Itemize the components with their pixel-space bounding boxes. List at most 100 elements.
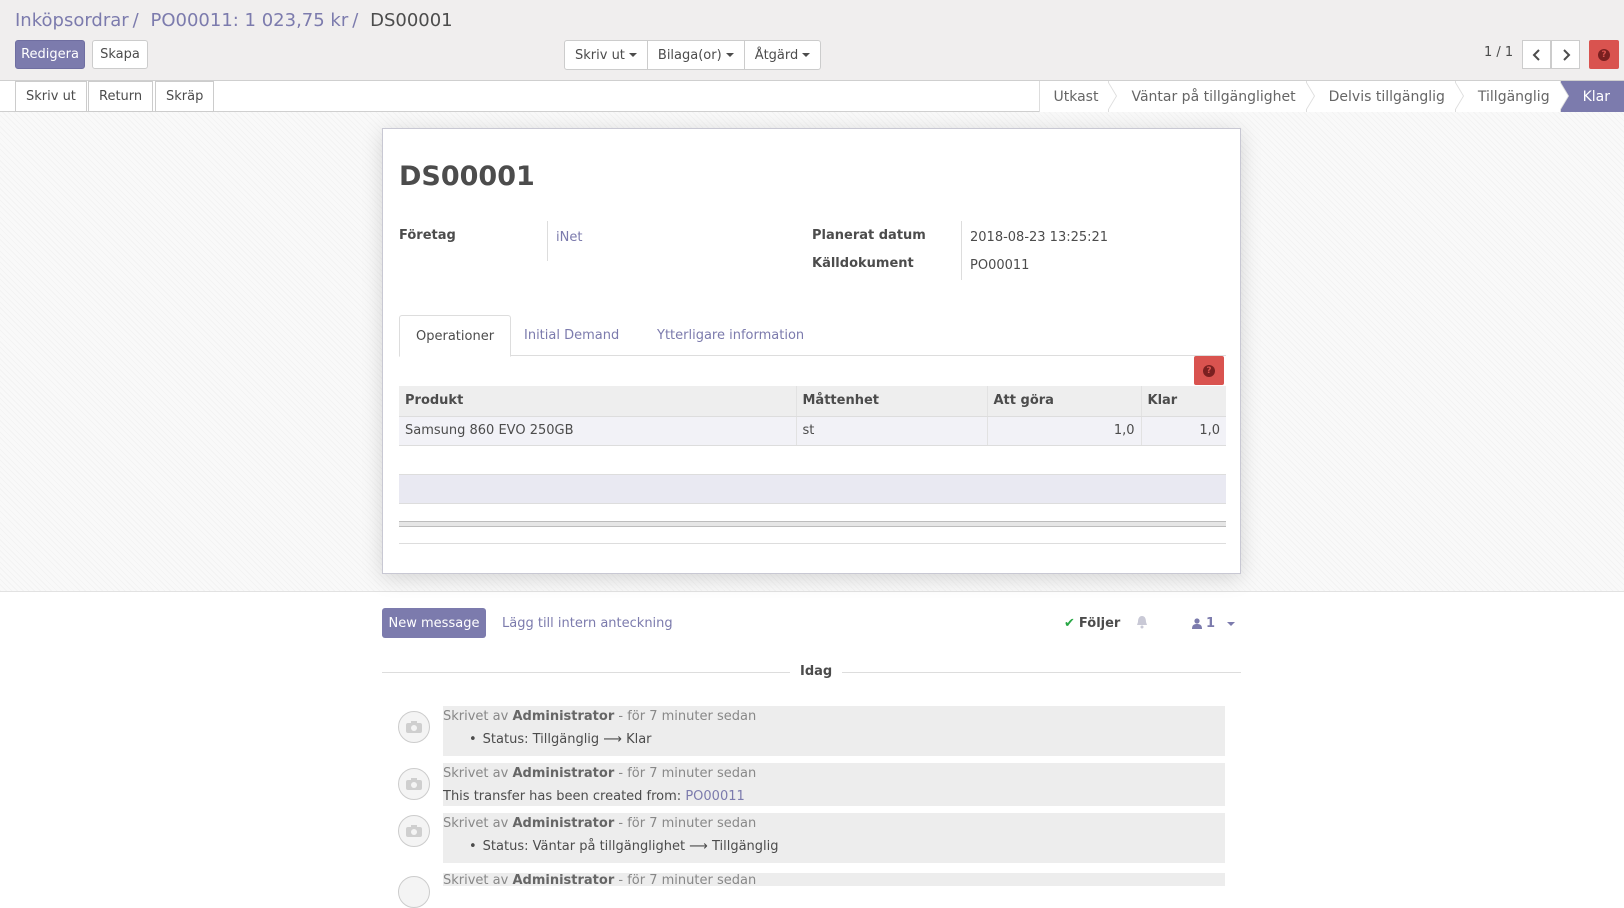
message-header: Skrivet av Administrator - för 7 minuter…: [443, 709, 756, 724]
return-button[interactable]: Return: [88, 81, 153, 112]
stage-draft: Utkast: [1039, 81, 1109, 112]
camera-icon: [405, 720, 423, 734]
message-prefix: Skrivet av: [443, 816, 508, 831]
message-author[interactable]: Administrator: [512, 816, 614, 831]
followers-dropdown[interactable]: 1: [1192, 616, 1235, 631]
tab-operations[interactable]: Operationer: [399, 315, 511, 357]
table-row[interactable]: Samsung 860 EVO 250GB st 1,0 1,0: [399, 416, 1226, 445]
question-icon: ?: [1203, 365, 1215, 377]
avatar[interactable]: [398, 768, 430, 800]
caret-down-icon: [1227, 622, 1235, 626]
pager-value[interactable]: 1 / 1: [1484, 45, 1513, 60]
stage-waiting-label: Väntar på tillgänglighet: [1131, 89, 1295, 105]
attachments-dropdown[interactable]: Bilaga(or): [648, 41, 745, 69]
chevron-right-icon: [1561, 49, 1571, 61]
help-button[interactable]: ?: [1589, 40, 1619, 69]
table-footer: [399, 521, 1226, 527]
log-note-button[interactable]: Lägg till intern anteckning: [502, 616, 673, 631]
message-author[interactable]: Administrator: [512, 766, 614, 781]
cell-product: Samsung 860 EVO 250GB: [399, 416, 796, 445]
chevron-left-icon: [1532, 49, 1542, 61]
avatar[interactable]: [398, 711, 430, 743]
pager-previous-button[interactable]: [1522, 40, 1551, 69]
stage-pipeline: Utkast Väntar på tillgänglighet Delvis t…: [1039, 81, 1624, 112]
stage-available: Tillgänglig: [1455, 81, 1560, 112]
date-label: Idag: [790, 664, 842, 679]
bullet: •: [469, 732, 477, 747]
message: Skrivet av Administrator - för 7 minuter…: [443, 813, 1225, 863]
statusbar: Skriv ut Return Skräp Utkast Väntar på t…: [0, 81, 1624, 112]
followers-count: 1: [1206, 616, 1215, 631]
message-time: - för 7 minuter sedan: [618, 766, 756, 781]
new-message-button[interactable]: New message: [382, 608, 486, 638]
message-header: Skrivet av Administrator - för 7 minuter…: [443, 766, 756, 781]
cell-uom: st: [796, 416, 987, 445]
message-text: This transfer has been created from:: [443, 789, 681, 804]
print-button[interactable]: Skriv ut: [15, 81, 87, 112]
bell-icon[interactable]: [1136, 615, 1148, 629]
stage-waiting: Väntar på tillgänglighet: [1108, 81, 1305, 112]
breadcrumb-item-purchase-order[interactable]: PO00011: 1 023,75 kr: [150, 10, 348, 31]
field-divider: [961, 221, 962, 280]
message-prefix: Skrivet av: [443, 709, 508, 724]
create-button[interactable]: Skapa: [92, 40, 148, 69]
attachments-dropdown-label: Bilaga(or): [658, 48, 722, 63]
stage-available-label: Tillgänglig: [1478, 89, 1550, 105]
column-header-todo[interactable]: Att göra: [987, 386, 1141, 416]
pager-next-button[interactable]: [1551, 40, 1580, 69]
divider: [399, 543, 1226, 544]
notebook-tabs: Operationer Initial Demand Ytterligare i…: [399, 315, 1226, 356]
message-text: Status: Tillgänglig ⟶ Klar: [483, 732, 652, 747]
column-header-uom[interactable]: Måttenhet: [796, 386, 987, 416]
breadcrumb-current: DS00001: [370, 10, 453, 31]
action-dropdown[interactable]: Åtgärd: [745, 41, 821, 69]
source-document-value: PO00011: [970, 258, 1029, 273]
user-icon: [1192, 618, 1202, 629]
print-dropdown[interactable]: Skriv ut: [565, 41, 648, 69]
check-icon: ✔: [1064, 616, 1075, 631]
edit-button[interactable]: Redigera: [15, 40, 85, 69]
form-sheet: DS00001 Företag iNet Planerat datum 2018…: [382, 128, 1241, 574]
following-label: Följer: [1079, 616, 1120, 631]
caret-down-icon: [629, 53, 637, 57]
message-body: •Status: Väntar på tillgänglighet ⟶ Till…: [443, 839, 779, 854]
message-link[interactable]: PO00011: [685, 789, 744, 804]
camera-icon: [405, 777, 423, 791]
record-title: DS00001: [399, 161, 535, 192]
caret-down-icon: [726, 53, 734, 57]
breadcrumb-separator: /: [133, 10, 139, 31]
column-header-product[interactable]: Produkt: [399, 386, 796, 416]
avatar[interactable]: [398, 815, 430, 847]
partner-label: Företag: [399, 228, 456, 243]
tab-additional-info[interactable]: Ytterligare information: [641, 315, 820, 356]
stage-partially-available-label: Delvis tillgänglig: [1329, 89, 1445, 105]
column-header-done[interactable]: Klar: [1141, 386, 1226, 416]
camera-icon: [405, 824, 423, 838]
table-empty-row: [399, 445, 1226, 474]
message-time: - för 7 minuter sedan: [618, 709, 756, 724]
breadcrumb-separator: /: [352, 10, 358, 31]
stage-done: Klar: [1560, 81, 1624, 112]
source-document-label: Källdokument: [812, 256, 914, 271]
message-body: • Status: Tillgänglig ⟶ Klar: [443, 732, 652, 747]
following-button[interactable]: ✔ Följer: [1064, 616, 1120, 631]
message: Skrivet av Administrator - för 7 minuter…: [443, 706, 1225, 756]
breadcrumb-item-purchase-orders[interactable]: Inköpsordrar: [15, 10, 129, 31]
message-header: Skrivet av Administrator - för 7 minuter…: [443, 816, 756, 831]
scrap-button[interactable]: Skräp: [155, 81, 214, 112]
tab-initial-demand[interactable]: Initial Demand: [508, 315, 635, 356]
message-text: Status: Väntar på tillgänglighet ⟶ Tillg…: [483, 839, 779, 854]
message: Skrivet av Administrator - för 7 minuter…: [443, 763, 1225, 806]
avatar[interactable]: [398, 876, 430, 908]
action-dropdown-label: Åtgärd: [755, 48, 799, 63]
caret-down-icon: [802, 53, 810, 57]
table-help-button[interactable]: ?: [1194, 356, 1224, 385]
message-author[interactable]: Administrator: [512, 709, 614, 724]
table-empty-row: [399, 474, 1226, 503]
cell-done: 1,0: [1141, 416, 1226, 445]
question-icon: ?: [1598, 49, 1610, 61]
message-prefix: Skrivet av: [443, 766, 508, 781]
partner-value[interactable]: iNet: [556, 230, 582, 245]
field-divider: [547, 221, 548, 261]
scheduled-date-label: Planerat datum: [812, 228, 926, 243]
